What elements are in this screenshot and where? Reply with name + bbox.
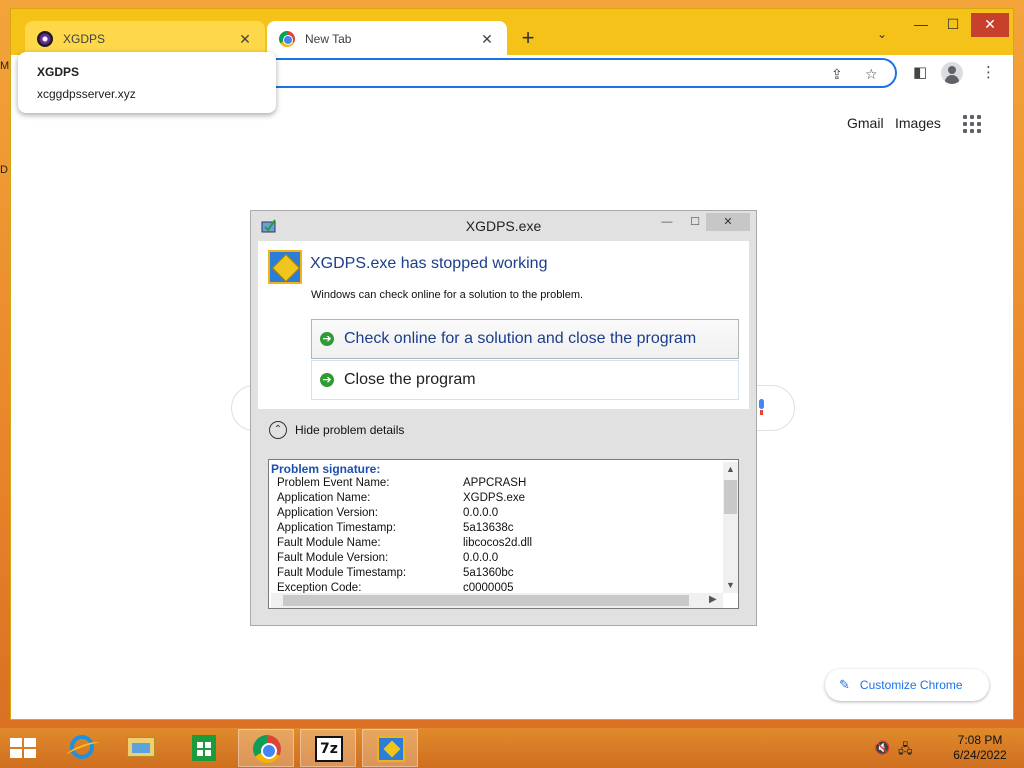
signature-row: Application Name: XGDPS.exe: [277, 492, 717, 506]
taskbar: 7z 🔇 🖧 7:08 PM 6/24/2022: [0, 728, 1024, 768]
signature-key: Application Version:: [277, 507, 379, 519]
signature-value: 5a13638c: [463, 522, 514, 534]
desktop-icon-label: D: [0, 164, 8, 176]
hover-card-title: XGDPS: [37, 65, 80, 79]
problem-reporting-icon: [377, 736, 405, 762]
images-link[interactable]: Images: [895, 115, 941, 131]
chevron-down-icon[interactable]: ⌄: [877, 27, 887, 41]
new-tab-button[interactable]: +: [517, 25, 539, 51]
signature-row: Application Timestamp: 5a13638c: [277, 522, 717, 536]
option-label: Close the program: [344, 371, 476, 388]
signature-key: Fault Module Name:: [277, 537, 381, 549]
taskbar-problem-reporting[interactable]: [362, 729, 418, 767]
signature-key: Application Name:: [277, 492, 371, 504]
signature-row: Fault Module Timestamp: 5a1360bc: [277, 567, 717, 581]
chrome-icon: [253, 735, 281, 763]
details-toggle-label: Hide problem details: [295, 423, 405, 437]
dialog-maximize-button[interactable]: ☐: [683, 213, 707, 231]
signature-row: Fault Module Version: 0.0.0.0: [277, 552, 717, 566]
application-icon: [268, 250, 302, 284]
dialog-title-bar[interactable]: XGDPS.exe — ☐ ✕: [251, 211, 756, 241]
vertical-scrollbar[interactable]: ▲ ▼: [723, 462, 738, 593]
chrome-favicon-icon: [279, 31, 295, 47]
internet-explorer-icon: [70, 735, 94, 759]
close-program-button[interactable]: ➔ Close the program: [311, 360, 739, 400]
customize-chrome-button[interactable]: ✎ Customize Chrome: [825, 669, 989, 701]
signature-row: Fault Module Name: libcocos2d.dll: [277, 537, 717, 551]
chevron-up-icon: ⌃: [269, 421, 287, 439]
signature-key: Application Timestamp:: [277, 522, 396, 534]
dialog-subtext: Windows can check online for a solution …: [311, 289, 584, 301]
dialog-title: XGDPS.exe: [465, 218, 542, 234]
signature-header: Problem signature:: [271, 462, 381, 476]
taskbar-file-explorer[interactable]: [113, 729, 169, 767]
microphone-icon[interactable]: [756, 399, 766, 415]
tab-strip: XGDPS ✕ New Tab ✕ + ⌄ — ☐ ✕: [11, 9, 1013, 57]
minimize-button[interactable]: —: [905, 13, 937, 37]
star-icon[interactable]: ☆: [865, 66, 878, 83]
signature-value: 5a1360bc: [463, 567, 514, 579]
option-label: Check online for a solution and close th…: [344, 330, 697, 347]
xgdps-favicon-icon: [37, 31, 53, 47]
dialog-heading: XGDPS.exe has stopped working: [310, 255, 548, 272]
tab-hover-card: XGDPS xcggdpsserver.xyz: [18, 52, 276, 113]
share-icon[interactable]: ⇪: [831, 66, 843, 83]
arrow-right-icon: ➔: [320, 332, 334, 346]
apps-grid-icon[interactable]: [963, 115, 981, 133]
scroll-thumb[interactable]: [283, 595, 689, 606]
folder-icon: [127, 737, 155, 757]
signature-row: Problem Event Name: APPCRASH: [277, 477, 717, 491]
clock-time: 7:08 PM: [957, 733, 1003, 747]
taskbar-7zip[interactable]: 7z: [300, 729, 356, 767]
menu-icon[interactable]: ⋮: [981, 63, 996, 81]
signature-key: Fault Module Timestamp:: [277, 567, 407, 579]
dialog-body: XGDPS.exe has stopped working Windows ca…: [258, 241, 749, 409]
hover-card-url: xcggdpsserver.xyz: [37, 87, 136, 101]
taskbar-chrome[interactable]: [238, 729, 294, 767]
taskbar-internet-explorer[interactable]: [54, 729, 110, 767]
check-online-button[interactable]: ➔ Check online for a solution and close …: [311, 319, 739, 359]
arrow-right-icon: ➔: [320, 373, 334, 387]
tab-new-tab[interactable]: New Tab ✕: [267, 21, 507, 57]
dialog-minimize-button[interactable]: —: [655, 213, 679, 231]
tab-title: New Tab: [305, 32, 352, 46]
scroll-up-icon[interactable]: ▲: [726, 464, 735, 474]
store-icon: [192, 735, 216, 761]
scroll-thumb[interactable]: [724, 480, 737, 514]
tab-title: XGDPS: [63, 32, 106, 46]
side-panel-icon[interactable]: ◧: [913, 63, 927, 81]
scroll-down-icon[interactable]: ▼: [726, 580, 735, 590]
gmail-link[interactable]: Gmail: [847, 115, 884, 131]
close-icon[interactable]: ✕: [479, 31, 495, 48]
signature-key: Problem Event Name:: [277, 477, 390, 489]
problem-signature-box[interactable]: Problem signature: Problem Event Name: AP…: [268, 459, 739, 609]
clock-date: 6/24/2022: [953, 748, 1007, 762]
start-button[interactable]: [10, 738, 38, 760]
signature-value: XGDPS.exe: [463, 492, 525, 504]
scroll-right-icon[interactable]: ▶: [709, 594, 717, 605]
profile-avatar[interactable]: [941, 62, 963, 84]
7zip-icon: 7z: [315, 736, 343, 762]
taskbar-store[interactable]: [176, 729, 232, 767]
pencil-icon: ✎: [839, 677, 850, 692]
signature-value: APPCRASH: [463, 477, 527, 489]
window-close-button[interactable]: ✕: [971, 13, 1009, 37]
taskbar-clock[interactable]: 7:08 PM 6/24/2022: [946, 733, 1014, 763]
network-icon[interactable]: 🖧: [898, 740, 913, 762]
hide-details-toggle[interactable]: ⌃ Hide problem details: [258, 411, 749, 449]
desktop-icon-label: M: [0, 60, 10, 72]
address-bar[interactable]: ⇪ ☆: [231, 58, 897, 88]
signature-value: 0.0.0.0: [463, 507, 499, 519]
close-icon[interactable]: ✕: [237, 31, 253, 48]
speaker-muted-icon[interactable]: 🔇: [874, 740, 890, 756]
signature-row: Application Version: 0.0.0.0: [277, 507, 717, 521]
dialog-close-button[interactable]: ✕: [706, 213, 750, 231]
customize-label: Customize Chrome: [859, 678, 963, 692]
horizontal-scrollbar[interactable]: ▶: [271, 593, 723, 608]
signature-value: 0.0.0.0: [463, 552, 499, 564]
crash-dialog: XGDPS.exe — ☐ ✕ XGDPS.exe has stopped wo…: [250, 210, 757, 626]
signature-key: Fault Module Version:: [277, 552, 389, 564]
signature-value: libcocos2d.dll: [463, 537, 533, 549]
maximize-button[interactable]: ☐: [937, 13, 969, 37]
